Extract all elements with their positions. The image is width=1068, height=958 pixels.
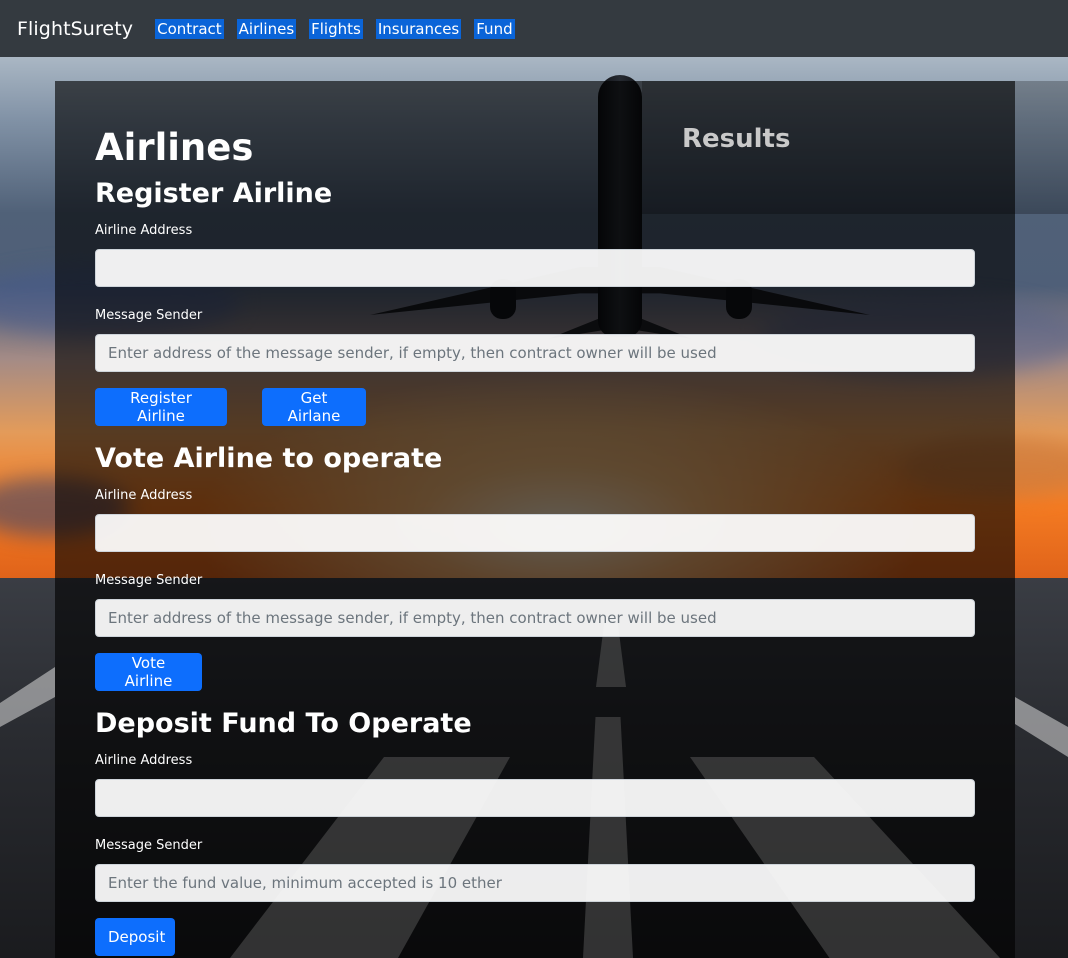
deposit-fund-input[interactable] [95, 864, 975, 902]
register-airline-button[interactable]: Register Airline [95, 388, 227, 426]
brand-logo[interactable]: FlightSurety [17, 18, 133, 40]
register-sender-input[interactable] [95, 334, 975, 372]
page-title: Airlines [95, 126, 254, 169]
nav-link-flights[interactable]: Flights [309, 18, 363, 39]
register-airline-title: Register Airline [95, 178, 333, 209]
deposit-address-input[interactable] [95, 779, 975, 817]
vote-airline-title: Vote Airline to operate [95, 443, 443, 474]
top-navbar: FlightSurety Contract Airlines Flights I… [0, 0, 1068, 57]
nav-link-contract[interactable]: Contract [155, 18, 224, 39]
vote-sender-input[interactable] [95, 599, 975, 637]
vote-address-label: Airline Address [95, 488, 193, 503]
vote-airline-button[interactable]: Vote Airline [95, 653, 202, 691]
register-sender-label: Message Sender [95, 308, 203, 323]
get-airline-button[interactable]: Get Airlane [262, 388, 366, 426]
vote-address-input[interactable] [95, 514, 975, 552]
register-address-input[interactable] [95, 249, 975, 287]
nav-link-fund[interactable]: Fund [474, 18, 515, 39]
vote-sender-label: Message Sender [95, 573, 203, 588]
nav-link-insurances[interactable]: Insurances [375, 18, 462, 39]
deposit-fund-title: Deposit Fund To Operate [95, 708, 472, 739]
register-address-label: Airline Address [95, 223, 193, 238]
deposit-address-label: Airline Address [95, 753, 193, 768]
deposit-button[interactable]: Deposit [95, 918, 175, 956]
nav-links: Contract Airlines Flights Insurances Fun… [155, 18, 515, 39]
deposit-sender-label: Message Sender [95, 838, 203, 853]
results-title: Results [682, 124, 791, 154]
nav-link-airlines[interactable]: Airlines [236, 18, 297, 39]
